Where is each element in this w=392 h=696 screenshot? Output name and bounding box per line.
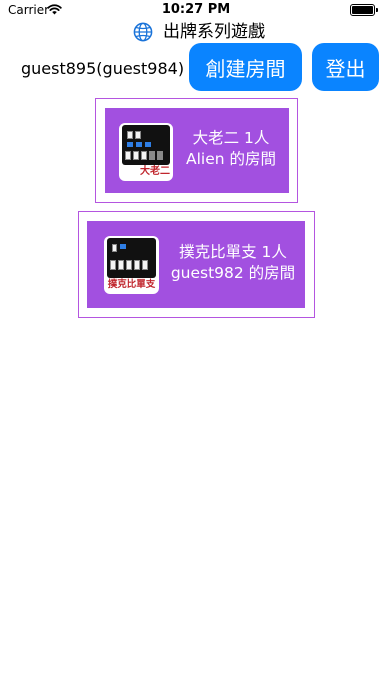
- status-bar: Carrier 10:27 PM: [0, 0, 392, 20]
- status-time: 10:27 PM: [161, 2, 231, 17]
- room-card-1-body[interactable]: 大老二 大老二 1人 Alien 的房間: [105, 108, 289, 193]
- room-2-info: 撲克比單支 1人 guest982 的房間: [165, 242, 301, 284]
- room-card-1[interactable]: 大老二 大老二 1人 Alien 的房間: [95, 98, 298, 203]
- room-2-owner: guest982 的房間: [170, 264, 296, 282]
- battery-tip: [376, 8, 378, 12]
- room-2-game: 撲克比單支 1人: [179, 243, 287, 261]
- room-1-owner: Alien 的房間: [185, 150, 276, 168]
- room-1-game: 大老二 1人: [192, 129, 270, 147]
- big-two-game-icon: 大老二: [119, 123, 173, 181]
- create-room-button[interactable]: 創建房間: [189, 43, 302, 91]
- room-card-2[interactable]: 撲克比單支 撲克比單支 1人 guest982 的房間: [78, 211, 315, 318]
- room-1-info: 大老二 1人 Alien 的房間: [181, 128, 281, 170]
- battery-level: [352, 6, 373, 14]
- globe-icon[interactable]: [133, 22, 153, 42]
- battery-icon: [350, 4, 375, 16]
- room-card-2-body[interactable]: 撲克比單支 撲克比單支 1人 guest982 的房間: [87, 221, 305, 308]
- thumb-label-2: 撲克比單支: [107, 279, 156, 290]
- app-title: 出牌系列遊戲: [163, 22, 265, 42]
- poker-single-game-icon: 撲克比單支: [104, 236, 159, 294]
- logout-button[interactable]: 登出: [312, 43, 379, 91]
- app-header: 出牌系列遊戲: [0, 21, 392, 43]
- thumb-label-1: 大老二: [140, 166, 170, 177]
- username-label: guest895(guest984): [21, 59, 185, 78]
